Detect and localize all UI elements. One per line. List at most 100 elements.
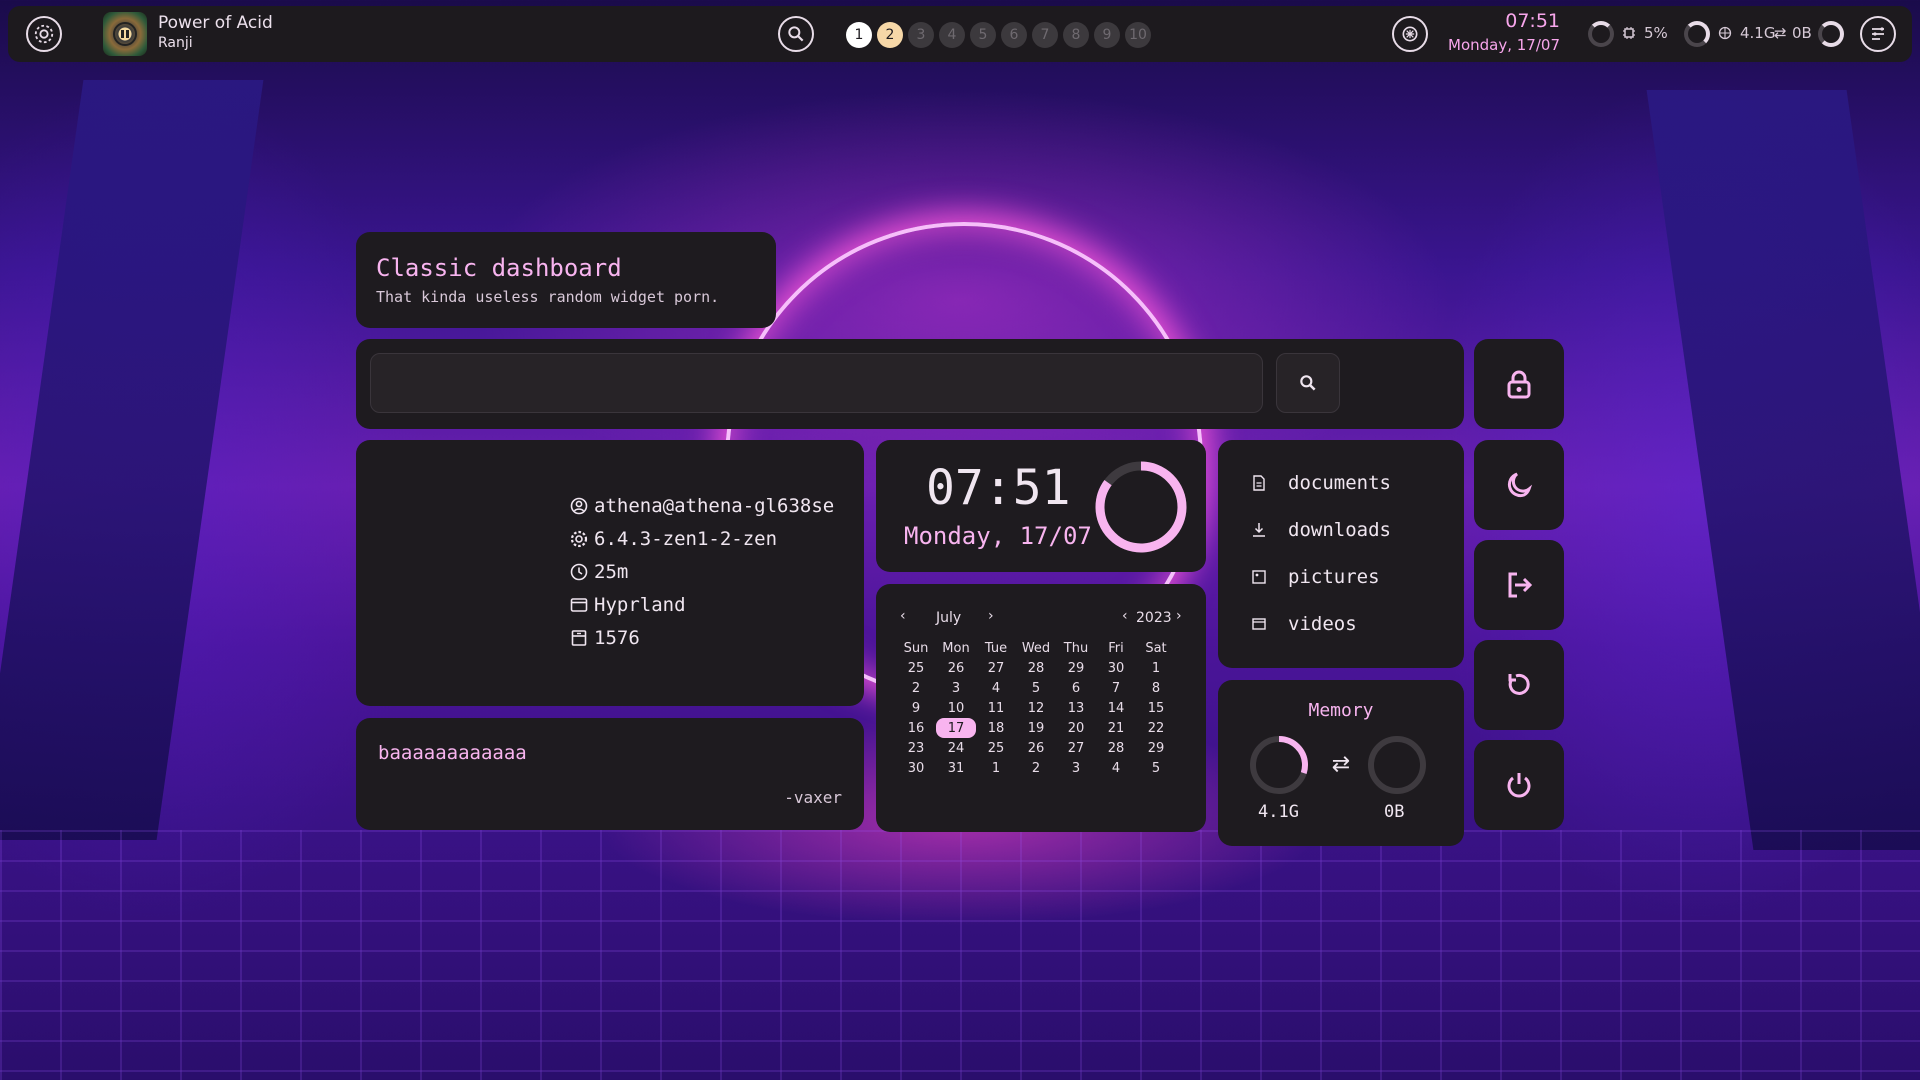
clock-time: 07:51	[926, 460, 1071, 516]
info-kernel-text: 6.4.3-zen1-2-zen	[594, 528, 778, 550]
calendar-day[interactable]: 28	[1096, 738, 1136, 758]
calendar-day[interactable]: 10	[936, 698, 976, 718]
prev-year-button[interactable]: ‹	[1122, 608, 1128, 624]
quote-panel: baaaaaaaaaaaa -vaxer	[356, 718, 864, 830]
calendar-day[interactable]: 25	[976, 738, 1016, 758]
image-icon	[1252, 569, 1266, 585]
album-art[interactable]	[103, 12, 147, 56]
user-icon	[570, 497, 588, 515]
calendar-day[interactable]: 17	[936, 718, 976, 738]
sleep-button[interactable]	[1474, 440, 1564, 530]
gear-icon[interactable]	[26, 16, 62, 52]
calendar-day[interactable]: 24	[936, 738, 976, 758]
clock-date: Monday, 17/07	[904, 522, 1092, 550]
search-input[interactable]	[370, 353, 1263, 413]
calendar-day[interactable]: 15	[1136, 698, 1176, 718]
calendar-day[interactable]: 22	[1136, 718, 1176, 738]
calendar-day[interactable]: 5	[1016, 678, 1056, 698]
info-user: athena@athena-gl638se	[570, 492, 834, 520]
calendar-day[interactable]: 29	[1056, 658, 1096, 678]
memory-usage-label: 4.1G	[1740, 24, 1776, 42]
shutdown-button[interactable]	[1474, 740, 1564, 830]
calendar-day[interactable]: 30	[1096, 658, 1136, 678]
info-uptime-text: 25m	[594, 561, 629, 583]
power-icon	[1504, 770, 1534, 800]
swap-arrow-icon: ⇄	[1774, 24, 1787, 42]
next-year-button[interactable]: ›	[1176, 608, 1182, 624]
info-wm-text: Hyprland	[594, 594, 686, 616]
dir-pictures[interactable]: pictures	[1252, 562, 1380, 592]
calendar-day[interactable]: 1	[976, 758, 1016, 778]
workspace-button[interactable]: 10	[1125, 22, 1151, 48]
calendar-day[interactable]: 4	[1096, 758, 1136, 778]
info-packages: 1576	[570, 624, 640, 652]
calendar-day[interactable]: 31	[936, 758, 976, 778]
workspace-button[interactable]: 3	[908, 22, 934, 48]
calendar-day[interactable]: 5	[1136, 758, 1176, 778]
calendar-weekday: Thu	[1063, 640, 1089, 656]
calendar-day[interactable]: 28	[1016, 658, 1056, 678]
lock-button[interactable]	[1474, 339, 1564, 429]
reboot-button[interactable]	[1474, 640, 1564, 730]
clock-ring	[1095, 461, 1187, 553]
calendar-day[interactable]: 3	[1056, 758, 1096, 778]
calendar-day[interactable]: 2	[896, 678, 936, 698]
calendar-day[interactable]: 30	[896, 758, 936, 778]
dir-documents[interactable]: documents	[1252, 468, 1391, 498]
calendar-year: 2023	[1136, 610, 1172, 626]
workspace-button[interactable]: 6	[1001, 22, 1027, 48]
calendar-day[interactable]: 2	[1016, 758, 1056, 778]
download-icon	[1252, 522, 1266, 538]
calendar-day[interactable]: 18	[976, 718, 1016, 738]
calendar-day[interactable]: 7	[1096, 678, 1136, 698]
logout-button[interactable]	[1474, 540, 1564, 630]
calendar-weekday: Wed	[1021, 640, 1051, 656]
calendar-day[interactable]: 26	[1016, 738, 1056, 758]
calendar-day[interactable]: 9	[896, 698, 936, 718]
calendar-day[interactable]: 14	[1096, 698, 1136, 718]
menu-icon[interactable]	[1860, 16, 1896, 52]
calendar-day[interactable]: 19	[1016, 718, 1056, 738]
calendar-day[interactable]: 26	[936, 658, 976, 678]
calendar-day[interactable]: 27	[1056, 738, 1096, 758]
calendar-day[interactable]: 11	[976, 698, 1016, 718]
dir-downloads[interactable]: downloads	[1252, 515, 1391, 545]
next-month-button[interactable]: ›	[988, 608, 994, 624]
workspace-button[interactable]: 7	[1032, 22, 1058, 48]
calendar-day[interactable]: 1	[1136, 658, 1176, 678]
calendar-day[interactable]: 21	[1096, 718, 1136, 738]
prev-month-button[interactable]: ‹	[900, 608, 906, 624]
calendar-day[interactable]: 4	[976, 678, 1016, 698]
clock-icon	[570, 563, 588, 581]
clock-panel: 07:51 Monday, 17/07	[876, 440, 1206, 572]
brain-icon[interactable]	[1392, 16, 1428, 52]
dir-videos[interactable]: videos	[1252, 609, 1357, 639]
info-kernel: 6.4.3-zen1-2-zen	[570, 525, 777, 553]
calendar-day[interactable]: 3	[936, 678, 976, 698]
calendar-day[interactable]: 29	[1136, 738, 1176, 758]
calendar-day[interactable]: 23	[896, 738, 936, 758]
kernel-icon	[570, 530, 588, 548]
workspace-button[interactable]: 4	[939, 22, 965, 48]
workspace-button[interactable]: 9	[1094, 22, 1120, 48]
workspace-button[interactable]: 8	[1063, 22, 1089, 48]
workspace-button[interactable]: 5	[970, 22, 996, 48]
calendar-day[interactable]: 25	[896, 658, 936, 678]
workspace-button[interactable]: 2	[877, 22, 903, 48]
calendar-day[interactable]: 20	[1056, 718, 1096, 738]
workspace-button[interactable]: 1	[846, 22, 872, 48]
directories-panel: documents downloads pictures videos	[1218, 440, 1464, 668]
calendar-day[interactable]: 6	[1056, 678, 1096, 698]
file-icon	[1252, 475, 1266, 491]
calendar-day[interactable]: 12	[1016, 698, 1056, 718]
calendar-day[interactable]: 13	[1056, 698, 1096, 718]
calendar-weekday: Sat	[1145, 640, 1167, 656]
swap-ring	[1818, 21, 1844, 47]
dir-videos-label: videos	[1288, 613, 1357, 635]
calendar-day[interactable]: 27	[976, 658, 1016, 678]
cpu-icon	[1622, 26, 1636, 40]
calendar-day[interactable]: 8	[1136, 678, 1176, 698]
search-icon[interactable]	[778, 16, 814, 52]
calendar-day[interactable]: 16	[896, 718, 936, 738]
search-button[interactable]	[1276, 353, 1340, 413]
